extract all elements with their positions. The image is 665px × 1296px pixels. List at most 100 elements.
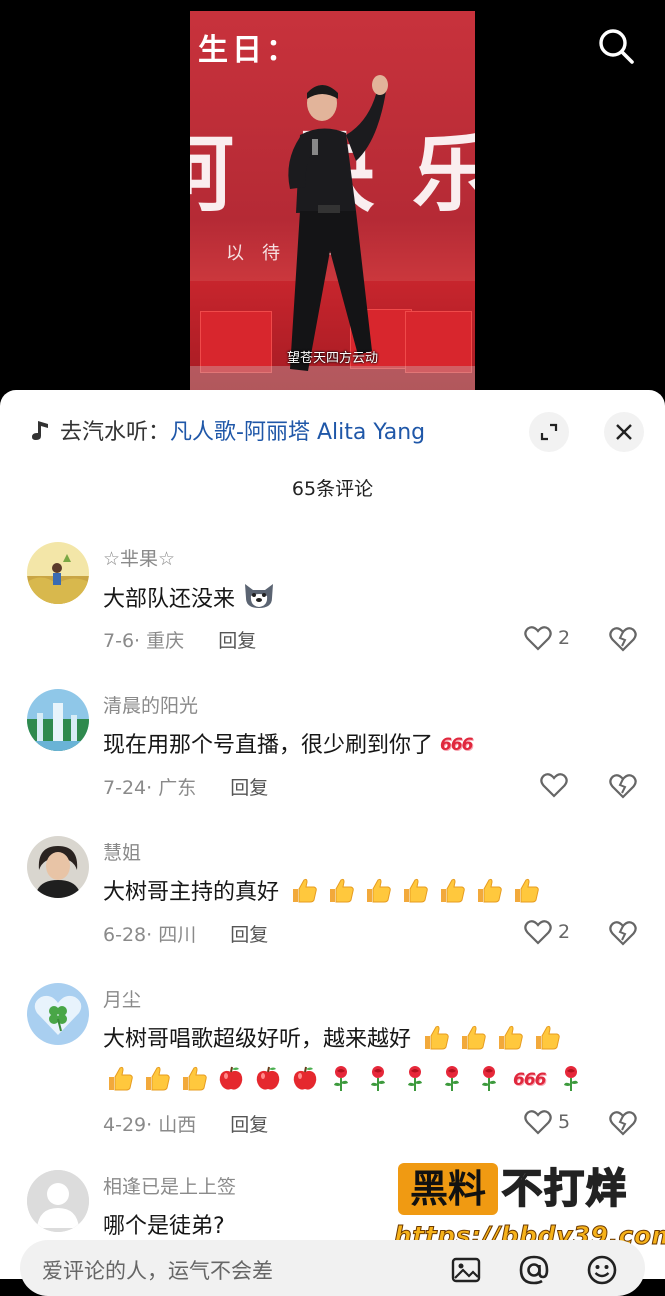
expand-icon bbox=[540, 423, 558, 441]
thumbs-up-emoji-icon bbox=[533, 1023, 561, 1051]
thumbs-up-emoji-icon bbox=[475, 876, 503, 904]
like-button[interactable]: 2 bbox=[524, 919, 570, 945]
rose-emoji-row bbox=[328, 1066, 513, 1093]
close-icon bbox=[616, 424, 632, 440]
avatar[interactable] bbox=[27, 836, 89, 898]
666-emoji: 666 bbox=[513, 1070, 546, 1090]
comment-meta: 6-28· 四川 回复 bbox=[103, 924, 269, 946]
comment-location: 四川 bbox=[158, 924, 197, 946]
heart-icon bbox=[524, 626, 552, 651]
rose-emoji-icon bbox=[365, 1064, 391, 1092]
comment-date: 4-29 bbox=[103, 1114, 147, 1136]
like-button[interactable]: 2 bbox=[524, 625, 570, 651]
thumbs-up-emoji-row bbox=[422, 1025, 570, 1052]
avatar[interactable] bbox=[27, 1170, 89, 1232]
comment-location: 重庆 bbox=[146, 630, 185, 652]
rose-emoji-icon bbox=[558, 1064, 584, 1092]
comment-date: 7-6 bbox=[103, 630, 135, 652]
rose-emoji-icon bbox=[328, 1064, 354, 1092]
like-count: 5 bbox=[558, 1111, 571, 1133]
comment-text: 大树哥主持的真好 bbox=[103, 874, 549, 906]
thumbs-up-emoji-icon bbox=[512, 876, 540, 904]
default-avatar-icon bbox=[27, 1170, 89, 1232]
avatar[interactable] bbox=[27, 542, 89, 604]
thumbs-up-emoji-icon bbox=[401, 876, 429, 904]
comment-sheet: 去汽水听： 凡人歌-阿丽塔 Alita Yang 65条评论 ☆芈果☆ 大部队还… bbox=[0, 390, 665, 1279]
expand-button[interactable] bbox=[529, 412, 569, 452]
thumbs-up-emoji-icon bbox=[459, 1023, 487, 1051]
music-link-bar[interactable]: 去汽水听： 凡人歌-阿丽塔 Alita Yang bbox=[30, 414, 425, 446]
rose-emoji-icon bbox=[402, 1064, 428, 1092]
reply-button[interactable]: 回复 bbox=[218, 630, 256, 652]
music-prefix: 去汽水听： bbox=[60, 420, 171, 445]
reply-button[interactable]: 回复 bbox=[230, 1114, 268, 1136]
apple-emoji-row bbox=[217, 1066, 328, 1093]
comment-item: 清晨的阳光 现在用那个号直播，很少刷到你了 666 7-24· 广东 回复 bbox=[0, 687, 665, 827]
broken-heart-icon[interactable] bbox=[609, 772, 637, 800]
mention-icon[interactable] bbox=[518, 1254, 550, 1286]
comment-emoji-line: 666 bbox=[106, 1064, 595, 1093]
comment-meta: 4-29· 山西 回复 bbox=[103, 1114, 269, 1136]
music-note-icon bbox=[32, 421, 48, 440]
thumbs-up-emoji-icon bbox=[496, 1023, 524, 1051]
reply-button[interactable]: 回复 bbox=[230, 777, 268, 799]
comment-date: 6-28 bbox=[103, 924, 147, 946]
thumbs-up-emoji-icon bbox=[180, 1064, 208, 1092]
like-count: 2 bbox=[558, 921, 571, 943]
music-song-link[interactable]: 凡人歌-阿丽塔 Alita Yang bbox=[170, 414, 425, 446]
reply-button[interactable]: 回复 bbox=[230, 924, 268, 946]
watermark-text: 不打烊 bbox=[501, 1165, 628, 1213]
thumbs-up-emoji-icon bbox=[438, 876, 466, 904]
avatar[interactable] bbox=[27, 983, 89, 1045]
thumbs-up-emoji-row bbox=[106, 1066, 217, 1093]
apple-emoji-icon bbox=[254, 1064, 282, 1092]
thumbs-up-emoji-icon bbox=[290, 876, 318, 904]
thumbs-up-emoji-icon bbox=[422, 1023, 450, 1051]
comment-text: 大树哥唱歌超级好听，越来越好 bbox=[103, 1021, 570, 1053]
like-count: 2 bbox=[558, 627, 571, 649]
comment-author[interactable]: 相逢已是上上签 bbox=[103, 1172, 236, 1199]
thumbs-up-emoji-icon bbox=[106, 1064, 134, 1092]
avatar[interactable] bbox=[27, 689, 89, 751]
comment-author[interactable]: ☆芈果☆ bbox=[103, 544, 175, 571]
comment-text: 大部队还没来 bbox=[103, 580, 276, 613]
thumbs-up-emoji-icon bbox=[143, 1064, 171, 1092]
comment-date: 7-24 bbox=[103, 777, 147, 799]
apple-emoji-icon bbox=[217, 1064, 245, 1092]
comment-author[interactable]: 月尘 bbox=[103, 985, 141, 1012]
comment-input-bar bbox=[20, 1240, 645, 1296]
video-area[interactable]: 生日： 阿 快 乐 以待 共 望苍天四方云动 bbox=[0, 0, 665, 400]
comment-meta: 7-24· 广东 回复 bbox=[103, 777, 269, 799]
comment-input[interactable] bbox=[40, 1250, 424, 1292]
video-frame[interactable]: 生日： 阿 快 乐 以待 共 望苍天四方云动 bbox=[190, 11, 475, 391]
heart-icon bbox=[524, 920, 552, 945]
heart-icon bbox=[524, 1110, 552, 1135]
comment-author[interactable]: 清晨的阳光 bbox=[103, 691, 198, 718]
heart-icon bbox=[540, 773, 568, 798]
comment-author[interactable]: 慧姐 bbox=[103, 838, 141, 865]
comment-text-content: 大树哥主持的真好 bbox=[103, 880, 280, 905]
rose-emoji-row bbox=[558, 1066, 595, 1093]
close-button[interactable] bbox=[604, 412, 644, 452]
comment-item: ☆芈果☆ 大部队还没来 7-6· 重庆 回复 2 bbox=[0, 540, 665, 680]
comment-item: 月尘 大树哥唱歌超级好听，越来越好 666 4-29· 山西 回复 5 bbox=[0, 981, 665, 1171]
apple-emoji-icon bbox=[291, 1064, 319, 1092]
video-banner-char: 乐 bbox=[412, 124, 475, 223]
thumbs-up-emoji-row bbox=[290, 878, 549, 905]
image-icon[interactable] bbox=[450, 1254, 482, 1286]
broken-heart-icon[interactable] bbox=[609, 625, 637, 653]
broken-heart-icon[interactable] bbox=[609, 1109, 637, 1137]
emoji-icon[interactable] bbox=[586, 1254, 618, 1286]
video-subtitle: 望苍天四方云动 bbox=[286, 351, 378, 366]
rose-emoji-icon bbox=[476, 1064, 502, 1092]
comment-location: 山西 bbox=[158, 1114, 197, 1136]
comment-text-content: 现在用那个号直播，很少刷到你了 bbox=[103, 733, 434, 758]
comment-text-content: 大树哥唱歌超级好听，越来越好 bbox=[103, 1027, 412, 1052]
video-banner-char: 阿 bbox=[190, 124, 235, 223]
like-button[interactable]: 5 bbox=[524, 1109, 570, 1135]
like-button[interactable] bbox=[540, 772, 568, 798]
broken-heart-icon[interactable] bbox=[609, 919, 637, 947]
comment-meta: 7-6· 重庆 回复 bbox=[103, 630, 257, 652]
search-icon[interactable] bbox=[596, 26, 636, 66]
video-banner-title: 生日： bbox=[198, 33, 300, 68]
